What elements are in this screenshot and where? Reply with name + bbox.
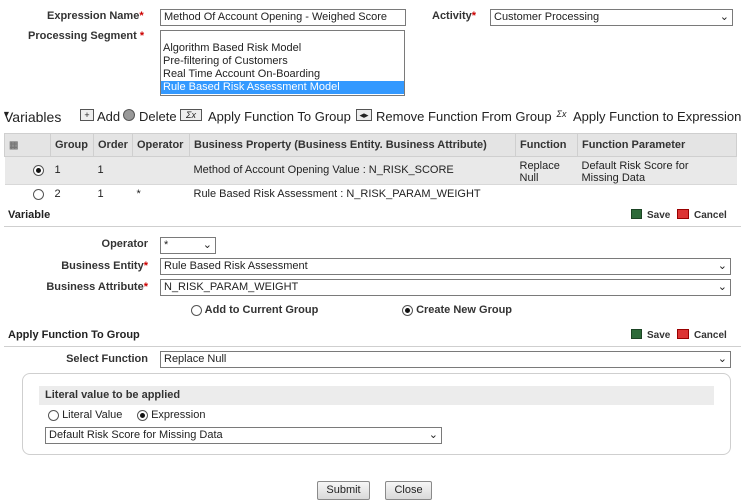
- select-all-icon[interactable]: ▦: [4, 133, 51, 157]
- cell-operator: *: [132, 184, 190, 205]
- table-row[interactable]: 1 1 Method of Account Opening Value : N_…: [4, 156, 737, 185]
- cell-function-parameter: Default Risk Score for Missing Data: [577, 156, 737, 185]
- function-icon[interactable]: Σx: [180, 109, 202, 121]
- cell-function-parameter: [577, 184, 737, 205]
- add-icon[interactable]: +: [80, 109, 94, 121]
- col-function: Function: [515, 133, 578, 157]
- operator-value: *: [164, 239, 169, 251]
- apply-function-to-group-button[interactable]: Apply Function To Group: [208, 109, 351, 124]
- close-button[interactable]: Close: [385, 481, 432, 500]
- col-order: Order: [93, 133, 133, 157]
- chevron-down-icon: ⌄: [719, 11, 729, 23]
- select-function-select[interactable]: Replace Null ⌄: [160, 351, 731, 368]
- col-operator: Operator: [132, 133, 190, 157]
- variables-grid: ▦ Group Order Operator Business Property…: [4, 133, 737, 205]
- cancel-icon: [677, 329, 689, 339]
- literal-value-radio[interactable]: [48, 409, 59, 421]
- expression-label: Expression: [151, 409, 206, 421]
- expression-option[interactable]: Expression: [137, 409, 205, 421]
- cancel-icon: [677, 209, 689, 219]
- cell-property: Method of Account Opening Value : N_RISK…: [189, 156, 516, 185]
- expression-radio[interactable]: [137, 409, 148, 421]
- select-function-label: Select Function: [66, 353, 148, 365]
- variable-section-header: Variable Save Cancel: [4, 205, 741, 227]
- literal-value-title: Literal value to be applied: [39, 386, 714, 405]
- create-new-group-option[interactable]: Create New Group: [402, 304, 512, 316]
- business-entity-label: Business Entity*: [61, 260, 148, 272]
- cell-order: 1: [93, 156, 133, 185]
- chevron-down-icon: ⌄: [717, 260, 727, 272]
- chevron-down-icon: ⌄: [717, 281, 727, 293]
- cell-group: 2: [50, 184, 94, 205]
- literal-value-panel: Literal value to be applied Literal Valu…: [22, 373, 731, 455]
- select-function-value: Replace Null: [164, 353, 227, 365]
- segment-option[interactable]: Real Time Account On-Boarding: [161, 68, 404, 81]
- table-row[interactable]: 2 1 * Rule Based Risk Assessment : N_RIS…: [4, 184, 737, 205]
- activity-select[interactable]: Customer Processing ⌄: [490, 9, 733, 26]
- remove-function-icon[interactable]: ◂▸: [356, 109, 372, 121]
- cell-operator: [132, 156, 190, 185]
- col-business-property: Business Property (Business Entity. Busi…: [189, 133, 516, 157]
- row-radio[interactable]: [32, 188, 44, 200]
- create-new-group-label: Create New Group: [416, 304, 513, 316]
- col-group: Group: [50, 133, 94, 157]
- cell-property: Rule Based Risk Assessment : N_RISK_PARA…: [189, 184, 516, 205]
- business-entity-value: Rule Based Risk Assessment: [164, 260, 308, 272]
- business-attribute-label: Business Attribute*: [46, 281, 148, 293]
- remove-function-from-group-button[interactable]: Remove Function From Group: [376, 109, 552, 124]
- add-to-current-group-label: Add to Current Group: [204, 304, 319, 316]
- variable-save-button[interactable]: Save: [631, 209, 670, 221]
- col-function-parameter: Function Parameter: [577, 133, 737, 157]
- business-attribute-select[interactable]: N_RISK_PARAM_WEIGHT ⌄: [160, 279, 731, 296]
- apply-function-save-button[interactable]: Save: [631, 329, 670, 341]
- cell-function: Replace Null: [515, 156, 578, 185]
- chevron-down-icon: ⌄: [428, 429, 438, 441]
- variable-cancel-button[interactable]: Cancel: [677, 209, 727, 221]
- variables-toolbar: ▾ Variables + Add Delete Σx Apply Functi…: [4, 109, 742, 125]
- apply-function-section-header: Apply Function To Group Save Cancel: [4, 325, 741, 347]
- expression-select[interactable]: Default Risk Score for Missing Data ⌄: [45, 427, 442, 444]
- sigma-icon[interactable]: Σx: [554, 109, 569, 121]
- apply-function-to-expression-button[interactable]: Apply Function to Expression: [573, 109, 741, 124]
- submit-button[interactable]: Submit: [317, 481, 370, 500]
- activity-label: Activity*: [432, 10, 477, 22]
- operator-select[interactable]: * ⌄: [160, 237, 216, 254]
- processing-segment-label: Processing Segment *: [28, 30, 145, 42]
- business-attribute-value: N_RISK_PARAM_WEIGHT: [164, 281, 299, 293]
- expression-value: Default Risk Score for Missing Data: [49, 429, 223, 441]
- delete-icon[interactable]: [123, 109, 135, 121]
- row-radio[interactable]: [32, 164, 44, 176]
- expression-name-input[interactable]: Method Of Account Opening - Weighed Scor…: [160, 9, 406, 26]
- add-to-current-group-radio[interactable]: [191, 304, 202, 316]
- expression-name-label: Expression Name*: [47, 10, 144, 22]
- apply-function-section-title: Apply Function To Group: [8, 329, 140, 341]
- operator-label: Operator: [101, 238, 148, 250]
- apply-function-cancel-button[interactable]: Cancel: [677, 329, 727, 341]
- cell-function: [515, 184, 578, 205]
- chevron-down-icon: ⌄: [717, 353, 727, 365]
- create-new-group-radio[interactable]: [402, 304, 413, 316]
- add-button[interactable]: Add: [97, 109, 120, 124]
- variable-section-title: Variable: [8, 209, 51, 221]
- cell-order: 1: [93, 184, 133, 205]
- chevron-down-icon: ⌄: [202, 239, 212, 251]
- add-to-current-group-option[interactable]: Add to Current Group: [191, 304, 318, 316]
- delete-button[interactable]: Delete: [139, 109, 177, 124]
- literal-value-option[interactable]: Literal Value: [48, 409, 122, 421]
- activity-value: Customer Processing: [494, 11, 600, 23]
- segment-option[interactable]: Algorithm Based Risk Model: [161, 42, 404, 55]
- save-icon: [631, 329, 642, 339]
- processing-segment-listbox[interactable]: Algorithm Based Risk Model Pre-filtering…: [160, 30, 405, 96]
- segment-option-selected[interactable]: Rule Based Risk Assessment Model: [161, 81, 404, 94]
- business-entity-select[interactable]: Rule Based Risk Assessment ⌄: [160, 258, 731, 275]
- save-icon: [631, 209, 642, 219]
- segment-option[interactable]: Pre-filtering of Customers: [161, 55, 404, 68]
- cell-group: 1: [50, 156, 94, 185]
- literal-value-label: Literal Value: [62, 409, 123, 421]
